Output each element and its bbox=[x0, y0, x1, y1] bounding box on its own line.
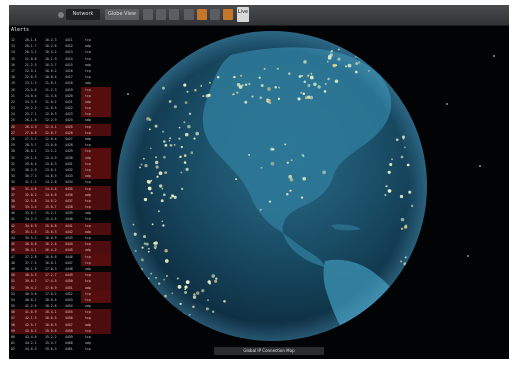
alert-cell: 44.6.5 bbox=[25, 347, 37, 352]
globe-view[interactable] bbox=[111, 25, 433, 347]
network-menu-button[interactable]: Network bbox=[66, 9, 100, 20]
connection-point bbox=[179, 316, 183, 321]
alert-filter-button[interactable] bbox=[197, 9, 207, 20]
connection-point bbox=[369, 56, 374, 60]
monitor-screen: Network Globe View Live Alerts 12 20.1.4 1… bbox=[9, 5, 509, 359]
alert-row[interactable]: 62 44.6.5 19.6.3 4461 tcp bbox=[11, 346, 111, 352]
filter-button[interactable] bbox=[184, 9, 194, 20]
alert-cell: 4461 bbox=[65, 347, 73, 352]
layers-button[interactable] bbox=[210, 9, 220, 20]
connection-point bbox=[150, 292, 153, 295]
star bbox=[127, 93, 129, 95]
alerts-panel-title: Alerts bbox=[11, 27, 30, 33]
zoom-out-button[interactable] bbox=[156, 9, 166, 20]
app-icon bbox=[58, 12, 64, 18]
connection-point bbox=[379, 57, 383, 60]
warning-button[interactable] bbox=[223, 9, 233, 20]
connection-point bbox=[377, 55, 380, 57]
alert-list: 12 20.1.4 10.2.3 4411 tcp 13 20.1.7 10.2.6 4412 u… bbox=[11, 37, 111, 355]
zoom-in-button[interactable] bbox=[143, 9, 153, 20]
connection-point bbox=[172, 311, 174, 314]
alert-cell: 62 bbox=[11, 347, 15, 352]
connection-point bbox=[354, 48, 359, 53]
globe-view-button[interactable]: Globe View bbox=[105, 9, 139, 20]
top-toolbar: Network Globe View Live bbox=[9, 5, 509, 26]
connection-point bbox=[357, 52, 360, 55]
live-toggle-button[interactable]: Live bbox=[237, 7, 249, 22]
atmosphere-glow bbox=[117, 31, 427, 341]
globe-svg[interactable] bbox=[111, 25, 433, 347]
connection-point bbox=[184, 318, 187, 321]
connection-point bbox=[371, 62, 376, 67]
star bbox=[446, 103, 448, 105]
map-caption: Global IP Connection Map bbox=[214, 347, 324, 355]
alert-cell: tcp bbox=[85, 347, 91, 352]
star bbox=[493, 55, 495, 57]
star bbox=[479, 165, 481, 167]
alert-cell: 19.6.3 bbox=[45, 347, 57, 352]
rotate-button[interactable] bbox=[169, 9, 179, 20]
star bbox=[467, 255, 469, 257]
